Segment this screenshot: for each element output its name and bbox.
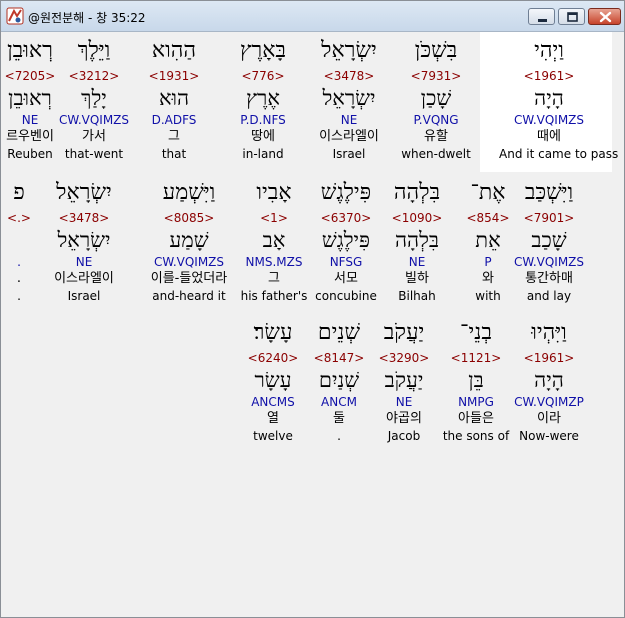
minimize-button[interactable] [528,8,555,25]
korean-gloss: 이스라엘이 [319,129,379,144]
hebrew-word: וַיִּשְׁמַע [162,180,216,205]
morphology-code: NMS.MZS [245,255,303,269]
morphology-code: NE [340,113,358,127]
morphology-code: CW.VQIMZS [513,113,585,127]
english-gloss: his father's [240,289,308,303]
english-gloss: . [17,289,21,303]
morphology-code: . [17,255,21,269]
word-1-7[interactable]: רְאוּבֵן <7205> רְאוּבֵן NE 르우벤이 Reuben [0,36,80,162]
lemma: שָׁכַן [420,86,452,110]
korean-gloss: 그 [268,271,280,286]
hebrew-word: בִּשְׁכֹּן [414,38,458,63]
lemma: יִשְׂרָאֵל [322,86,376,110]
window-title: @원전분해 - 창 35:22 [28,11,146,25]
interlinear-window: @원전분해 - 창 35:22 וַיְהִי <1961> הָיָה CW.VQI… [0,0,625,618]
word-2-5[interactable]: אָבִיו <1> אָב NMS.MZS 그 his father's [224,178,324,304]
hebrew-word: וַיְהִי [534,38,564,63]
korean-gloss: 르우벤이 [6,129,54,144]
morphology-code: P.VQNG [413,113,459,127]
english-gloss: in-land [242,147,284,161]
lemma [0,227,69,254]
interlinear-view: וַיְהִי <1961> הָיָה CW.VQIMZS 때에 And it came… [5,32,619,613]
hebrew-word: אָבִיו [256,180,292,205]
english-gloss: Israel [332,147,366,161]
hebrew-word: עָשָׂר׃ [253,320,293,345]
hebrew-word: יִשְׂרָאֵל [321,38,377,63]
strong-number: <776> [241,69,285,83]
word-3-5[interactable]: עָשָׂר׃ <6240> עָשָׂר ANCMS 열 twelve [223,318,323,444]
strong-number: <7205> [4,69,56,83]
korean-gloss: . [16,271,22,286]
strong-number: <.> [7,211,31,225]
morphology-code: P.D.NFS [240,113,286,127]
korean-gloss: 유할 [424,129,448,144]
morphology-code: NE [21,113,39,127]
english-gloss: twelve [253,429,293,443]
strong-number: <1> [260,211,288,225]
hebrew-word: פ [13,180,25,205]
lemma: שָׁמַע [169,228,209,252]
lemma: רְאוּבֵן [8,86,52,110]
word-1-4[interactable]: בָּאָרֶץ <776> אֶרֶץ P.D.NFS 땅에 in-land [213,36,313,162]
minimize-icon [538,19,547,22]
english-gloss: Reuben [7,147,53,161]
english-gloss: when-dwelt [401,147,471,161]
app-icon[interactable] [6,7,24,25]
english-gloss: and-heard it [152,289,226,303]
hebrew-word: בָּאָרֶץ [239,38,287,63]
lemma: עָשָׂר [254,368,292,392]
korean-gloss: 열 [267,411,279,426]
lemma: אָב [262,228,286,252]
maximize-icon [567,12,578,22]
maximize-button[interactable] [558,8,585,25]
strong-number: <3478> [323,69,375,83]
close-icon [599,11,612,23]
morphology-code: ANCMS [251,395,295,409]
korean-gloss: 땅에 [251,129,275,144]
word-1-2[interactable]: בִּשְׁכֹּן <7931> שָׁכַן P.VQNG 유할 when-dwelt [386,36,486,162]
korean-gloss: 때에 [537,129,561,144]
korean-gloss: 이를-들었더라 [150,271,228,286]
word-2-8[interactable]: פ <.>... [0,178,69,304]
lemma: אֶרֶץ [246,86,280,110]
hebrew-word: רְאוּבֵן [7,38,53,63]
strong-number: <7931> [410,69,462,83]
strong-number: <6240> [247,351,299,365]
morphology-code: CW.VQIMZS [153,255,225,269]
strong-number: <1961> [523,69,575,83]
word-2-6[interactable]: וַיִּשְׁמַע <8085> שָׁמַע CW.VQIMZS 이를-들었더라 a… [139,178,239,304]
word-1-3[interactable]: יִשְׂרָאֵל <3478> יִשְׂרָאֵל NE 이스라엘이 Israel [299,36,399,162]
lemma: הָיָה [534,86,564,110]
english-gloss: And it came to pass [499,147,619,161]
title-bar[interactable]: @원전분해 - 창 35:22 [1,1,624,32]
close-button[interactable] [588,8,621,25]
word-1-1[interactable]: וַיְהִי <1961> הָיָה CW.VQIMZS 때에 And it came… [499,36,619,162]
strong-number: <8085> [163,211,215,225]
